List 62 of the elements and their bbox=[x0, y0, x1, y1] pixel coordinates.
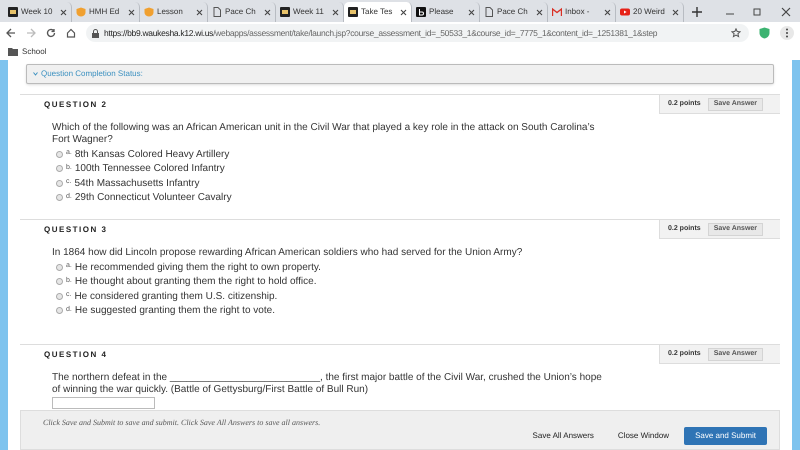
option-text[interactable]: He thought about granting them the right to hold office. bbox=[74, 274, 316, 290]
question-number: QUESTION 3 bbox=[44, 224, 108, 236]
bb-logo-icon bbox=[8, 7, 18, 17]
close-icon[interactable] bbox=[264, 8, 271, 16]
url-text: https://bb9.waukesha.k12.wi.us/webapps/assessment/take/launch.jsp?course_assessment_id=_50533_1&course_id=_7775_1&content_id=_1251381_1&step bbox=[104, 26, 658, 40]
option-text[interactable]: 100th Tennessee Colored Infantry bbox=[74, 161, 225, 176]
question-text: The northern defeat in the ___________________________, the first major battle of the Civil War, crushed the Union’s hope of winning the war quickly. (Battle of Gettysburg/First Battle of Bull Run) bbox=[52, 372, 603, 396]
option-text[interactable]: 29th Connecticut Volunteer Cavalry bbox=[74, 190, 232, 206]
radio-button[interactable] bbox=[56, 307, 63, 314]
close-icon[interactable] bbox=[60, 8, 67, 16]
shield-icon[interactable] bbox=[759, 27, 770, 39]
close-icon[interactable] bbox=[196, 8, 203, 16]
reload-icon[interactable] bbox=[46, 28, 56, 38]
submit-button[interactable]: Save and Submit bbox=[684, 427, 767, 445]
mail-icon bbox=[552, 7, 562, 17]
option-text[interactable]: He suggested granting them the right to vote. bbox=[74, 303, 275, 318]
bookmark-folder[interactable]: School bbox=[8, 46, 46, 58]
question-text: Which of the following was an African American unit in the Civil War that played a key role in the attack on South Carolina’s Fort Wagner? bbox=[52, 122, 596, 146]
answer-field[interactable] bbox=[52, 397, 155, 409]
option-text[interactable]: He considered granting them U.S. citizenship. bbox=[74, 288, 278, 304]
radio-button[interactable] bbox=[56, 150, 63, 158]
question-number: QUESTION 4 bbox=[44, 349, 108, 361]
close-icon[interactable] bbox=[536, 8, 543, 16]
question-number: QUESTION 2 bbox=[44, 99, 108, 111]
more-icon[interactable] bbox=[780, 26, 794, 40]
browser-tab[interactable]: Take Tes bbox=[344, 2, 412, 22]
shield-icon bbox=[76, 7, 86, 17]
close-icon[interactable] bbox=[400, 8, 407, 16]
close-icon[interactable] bbox=[672, 8, 679, 16]
option-text[interactable]: He recommended giving them the right to own property. bbox=[74, 260, 321, 275]
lock-icon bbox=[92, 28, 99, 38]
close-icon[interactable] bbox=[468, 8, 475, 16]
b-logo-icon bbox=[416, 7, 426, 17]
chevron-down-icon bbox=[33, 72, 38, 76]
back-icon[interactable] bbox=[6, 28, 16, 38]
radio-button[interactable] bbox=[56, 194, 63, 202]
folder-icon bbox=[8, 48, 18, 56]
close-icon[interactable] bbox=[332, 8, 339, 16]
option-text[interactable]: 54th Massachusetts Infantry bbox=[74, 176, 200, 191]
document-icon bbox=[212, 7, 222, 17]
footer-button[interactable]: Close Window bbox=[608, 427, 678, 445]
option-text[interactable]: 8th Kansas Colored Heavy Artillery bbox=[74, 146, 230, 162]
bb-logo-icon bbox=[348, 7, 358, 17]
close-icon[interactable] bbox=[128, 8, 135, 16]
radio-button[interactable] bbox=[56, 264, 63, 271]
radio-button[interactable] bbox=[56, 278, 63, 286]
status-label: Question Completion Status: bbox=[41, 68, 143, 80]
radio-button[interactable] bbox=[56, 165, 63, 172]
bb-logo-icon bbox=[280, 7, 290, 17]
document-icon bbox=[484, 7, 494, 17]
new-tab-icon[interactable] bbox=[692, 7, 702, 17]
radio-button[interactable] bbox=[56, 180, 63, 187]
footer-button[interactable]: Save All Answers bbox=[524, 427, 603, 445]
video-icon bbox=[620, 7, 630, 17]
shield-icon bbox=[144, 7, 154, 17]
radio-button[interactable] bbox=[56, 292, 63, 300]
star-icon[interactable] bbox=[731, 28, 741, 38]
home-icon[interactable] bbox=[66, 28, 76, 38]
close-icon[interactable] bbox=[604, 8, 611, 16]
footer-hint: Click Save and Submit to save and submit. Click Save All Answers to save all answers. bbox=[43, 417, 320, 429]
question-text: In 1864 how did Lincoln propose rewarding African American soldiers who had served for the Union Army? bbox=[52, 247, 524, 259]
address-bar[interactable]: https://bb9.waukesha.k12.wi.us/webapps/assessment/take/launch.jsp?course_assessment_id=_50533_1&course_id=_7775_1&content_id=_1251381_1&step bbox=[86, 24, 749, 42]
